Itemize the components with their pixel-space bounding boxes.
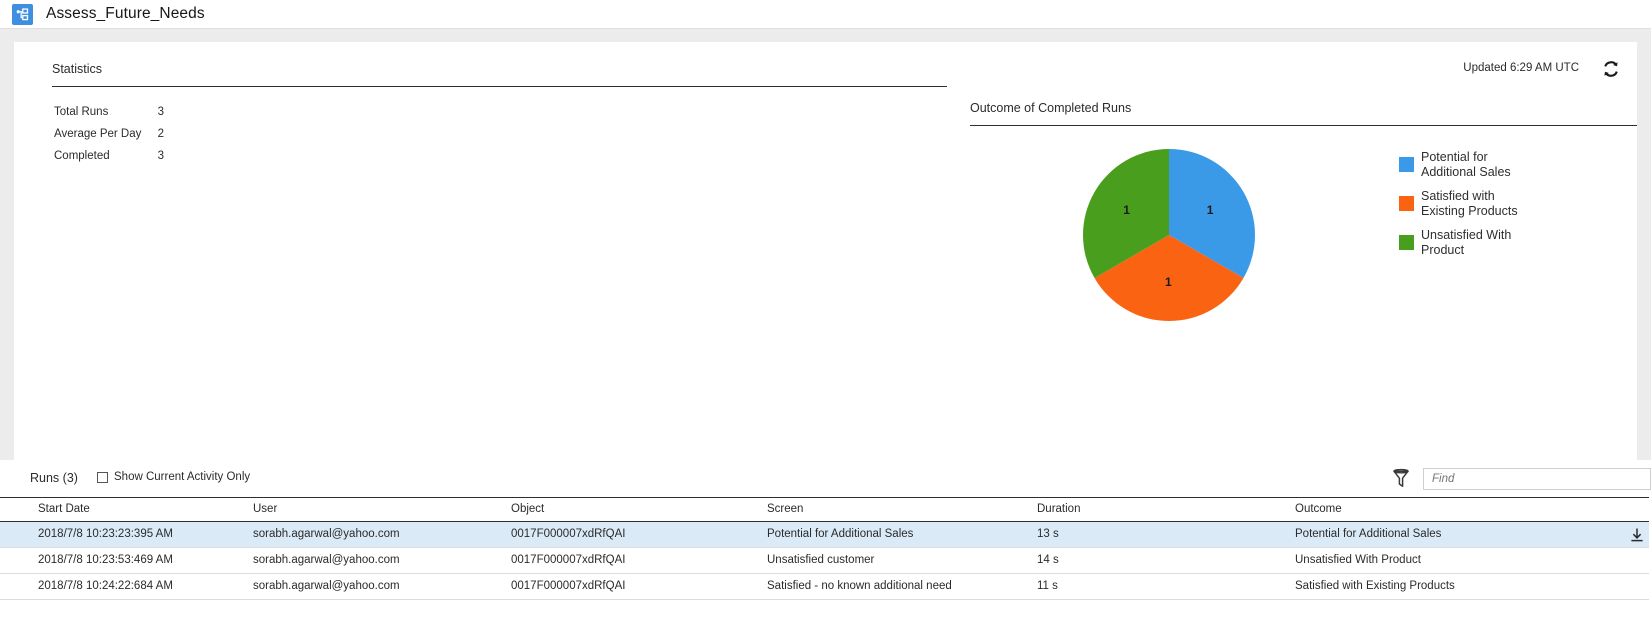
cell-screen: Unsatisfied customer [767,547,1037,574]
table-row[interactable]: 2018/7/8 10:23:23:395 AM sorabh.agarwal@… [0,521,1651,548]
funnel-filter-icon[interactable] [1391,467,1413,491]
runs-toolbar: Runs (3) Show Current Activity Only [0,460,1651,497]
legend-label: Potential for Additional Sales [1421,150,1511,179]
cell-user: sorabh.agarwal@yahoo.com [253,521,511,548]
statistics-list: Total Runs 3 Average Per Day 2 Completed… [54,106,164,172]
cell-start-date: 2018/7/8 10:23:23:395 AM [0,521,253,548]
chart-legend: Potential for Additional Sales Satisfied… [1399,150,1519,267]
runs-table: Start Date User Object Screen Duration O… [0,497,1651,600]
runs-count-label: Runs (3) [30,471,78,485]
statistic-row: Completed 3 [54,150,164,172]
legend-swatch [1399,235,1414,250]
cell-outcome: Potential for Additional Sales [1295,521,1585,548]
app-window: Assess_Future_Needs Statistics Updated 6… [0,0,1651,639]
statistics-card: Statistics Updated 6:29 AM UTC Total Run… [14,42,1637,460]
cell-start-date: 2018/7/8 10:23:53:469 AM [0,547,253,574]
legend-swatch [1399,157,1414,172]
statistic-value: 3 [157,150,164,162]
column-header-screen[interactable]: Screen [767,497,1037,522]
legend-swatch [1399,196,1414,211]
legend-item: Satisfied with Existing Products [1399,189,1519,218]
search-input[interactable] [1423,468,1651,490]
column-header-start-date[interactable]: Start Date [0,497,253,522]
statistic-label: Total Runs [54,106,109,118]
column-header-user[interactable]: User [253,497,511,522]
legend-item: Unsatisfied With Product [1399,228,1519,257]
download-icon[interactable] [1629,527,1645,543]
cell-actions [1585,573,1651,600]
flow-diagram-icon [12,3,33,25]
cell-actions [1585,521,1651,548]
show-current-activity-label: Show Current Activity Only [114,471,251,483]
pie-svg [1083,149,1255,321]
table-row[interactable]: 2018/7/8 10:23:53:469 AM sorabh.agarwal@… [0,547,1651,574]
table-row[interactable]: 2018/7/8 10:24:22:684 AM sorabh.agarwal@… [0,573,1651,600]
cell-outcome: Satisfied with Existing Products [1295,573,1585,600]
page-title: Assess_Future_Needs [46,5,205,22]
legend-label: Unsatisfied With Product [1421,228,1512,257]
pie-slice-label: 1 [1206,202,1214,217]
statistic-row: Average Per Day 2 [54,128,164,150]
chart-title: Outcome of Completed Runs [970,101,1132,115]
title-bar: Assess_Future_Needs [0,0,1651,29]
cell-screen: Satisfied - no known additional need [767,573,1037,600]
column-header-duration[interactable]: Duration [1037,497,1295,522]
cell-user: sorabh.agarwal@yahoo.com [253,547,511,574]
checkbox-box [97,471,108,483]
statistic-row: Total Runs 3 [54,106,164,128]
cell-duration: 11 s [1037,573,1295,600]
cell-object: 0017F000007xdRfQAI [511,573,767,600]
cell-start-date: 2018/7/8 10:24:22:684 AM [0,573,253,600]
table-header-row: Start Date User Object Screen Duration O… [0,497,1651,522]
outcome-pie-chart: 1 1 1 [1074,140,1264,330]
cell-duration: 13 s [1037,521,1295,548]
column-header-object[interactable]: Object [511,497,767,522]
pie-slice-label: 1 [1123,202,1130,217]
statistic-value: 2 [157,128,164,140]
cell-object: 0017F000007xdRfQAI [511,521,767,548]
cell-actions [1585,547,1651,574]
statistic-label: Average Per Day [54,128,142,140]
cell-outcome: Unsatisfied With Product [1295,547,1585,574]
column-header-outcome[interactable]: Outcome [1295,497,1585,522]
cell-duration: 14 s [1037,547,1295,574]
refresh-icon[interactable] [1599,57,1623,81]
column-header-actions [1585,497,1651,522]
cell-object: 0017F000007xdRfQAI [511,547,767,574]
pie-slice-label: 1 [1165,275,1172,290]
statistics-heading: Statistics [52,62,103,76]
statistic-value: 3 [157,106,164,118]
statistics-divider [52,86,947,87]
updated-timestamp: Updated 6:29 AM UTC [1463,62,1579,74]
runs-section: Runs (3) Show Current Activity Only Star… [0,460,1651,639]
show-current-activity-checkbox[interactable]: Show Current Activity Only [97,471,250,483]
legend-item: Potential for Additional Sales [1399,150,1519,179]
legend-label: Satisfied with Existing Products [1421,189,1518,218]
statistic-label: Completed [54,150,110,162]
chart-divider [970,125,1637,126]
cell-user: sorabh.agarwal@yahoo.com [253,573,511,600]
cell-screen: Potential for Additional Sales [767,521,1037,548]
